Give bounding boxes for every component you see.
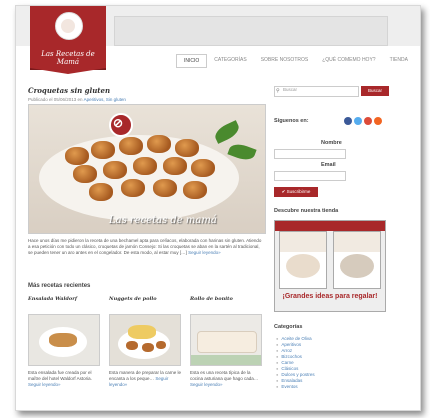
recent-recipe-card: Rollo de bonito Esta es una receta típic… — [190, 296, 264, 388]
sauce — [128, 325, 156, 339]
croquette — [119, 137, 143, 155]
post-title[interactable]: Croquetas sin gluten — [28, 86, 264, 95]
sidebar: ⚲ Buscar Buscar Síguenos en: Nombre Emai… — [274, 86, 406, 389]
search-placeholder: Buscar — [283, 87, 298, 92]
nugget — [126, 341, 138, 350]
recent-recipe-title[interactable]: Nuggets de pollo — [109, 296, 183, 302]
nugget — [156, 341, 166, 349]
name-label: Nombre — [321, 140, 342, 146]
recent-recipe-thumbnail[interactable] — [28, 314, 100, 366]
name-field[interactable] — [274, 149, 346, 159]
croquette — [147, 135, 171, 153]
shop-banner-header — [275, 221, 385, 231]
book-cover-header — [334, 232, 380, 252]
subscribe-label: Suscribirme — [286, 189, 311, 194]
recent-recipe-excerpt: Esta manera de preparar la carne le enca… — [109, 370, 183, 388]
shop-slogan: ¡Grandes ideas para regalar! — [282, 293, 378, 300]
croquette — [133, 157, 157, 175]
google-plus-icon[interactable] — [364, 117, 372, 125]
croquette — [175, 139, 199, 157]
post-excerpt-text: Hace unos días me pidieron la receta de … — [28, 238, 262, 255]
shop-banner[interactable]: ¡Grandes ideas para regalar! — [274, 220, 386, 312]
recent-recipe-text: Esta manera de preparar la carne le enca… — [109, 370, 182, 381]
email-field[interactable] — [274, 171, 346, 181]
follow-label: Síguenos en: — [274, 118, 309, 124]
shop-title: Descubre nuestra tienda — [274, 208, 339, 214]
recent-recipe-text: Esta ensalada fue creada por el maître d… — [28, 370, 92, 381]
site-title[interactable]: Las Recetas de Mamá — [32, 50, 104, 66]
nav-item-inicio[interactable]: INICIO — [176, 54, 208, 68]
croquette — [183, 181, 207, 199]
book-cover — [279, 231, 327, 289]
category-item[interactable]: Eventos — [276, 384, 315, 390]
recent-recipe-card: Nuggets de pollo Esta manera de preparar… — [109, 296, 183, 388]
nugget — [142, 343, 154, 352]
post-meta: Publicado el 05/06/2013 en Aperitivos, S… — [28, 97, 264, 102]
image-watermark: Las recetas de mamá — [109, 215, 217, 226]
social-icons — [344, 117, 382, 125]
book-cover — [333, 231, 381, 289]
rss-icon[interactable] — [374, 117, 382, 125]
tuna-roll — [197, 331, 257, 353]
nav-item-categorias[interactable]: CATEGORÍAS — [207, 54, 253, 68]
recent-recipe-thumbnail[interactable] — [109, 314, 181, 366]
post-meta-date: Publicado el 05/06/2013 en — [28, 97, 83, 102]
basil-leaf-icon — [212, 120, 242, 144]
search-icon: ⚲ — [276, 88, 280, 94]
facebook-icon[interactable] — [344, 117, 352, 125]
browser-viewport: Las Recetas de Mamá INICIO CATEGORÍAS SO… — [15, 5, 421, 411]
recent-recipe-thumbnail[interactable] — [190, 314, 262, 366]
nav-item-que-comemos-hoy[interactable]: ¿QUÉ COMEMO HOY? — [315, 54, 382, 68]
categories-title: Categorías — [274, 324, 303, 330]
recent-recipe-title[interactable]: Rollo de bonito — [190, 296, 264, 302]
recent-read-more-link[interactable]: Seguir leyendo» — [190, 382, 223, 387]
main-nav: INICIO CATEGORÍAS SOBRE NOSOTROS ¿QUÉ CO… — [176, 54, 415, 68]
main-content: Croquetas sin gluten Publicado el 05/06/… — [28, 86, 266, 387]
garnish — [191, 355, 261, 365]
book-cover-photo — [286, 254, 320, 278]
recent-recipe-excerpt: Esta ensalada fue creada por el maître d… — [28, 370, 102, 388]
subscribe-button[interactable]: ✔ Suscribirme — [274, 187, 318, 197]
email-label: Email — [321, 162, 336, 168]
chef-face-icon — [61, 19, 75, 33]
search-button[interactable]: Buscar — [361, 86, 389, 96]
croquette — [153, 179, 177, 197]
post-featured-image[interactable]: ⊘ Las recetas de mamá — [28, 104, 266, 234]
categories-list: Aceite de Oliva Aperitivos Arroz Bizcoch… — [276, 336, 315, 390]
read-more-link[interactable]: Seguir leyendo» — [188, 250, 221, 255]
search-input[interactable]: ⚲ Buscar — [274, 86, 359, 97]
croquette — [65, 147, 89, 165]
salad — [49, 333, 77, 347]
recent-recipe-card: Ensalada Waldorf Esta ensalada fue cread… — [28, 296, 102, 388]
croquette — [103, 161, 127, 179]
basil-leaf-icon — [227, 140, 257, 164]
recent-recipe-excerpt: Esta es una receta típica de la cocina a… — [190, 370, 264, 388]
book-cover-header — [280, 232, 326, 252]
recent-recipe-title[interactable]: Ensalada Waldorf — [28, 296, 102, 302]
nav-item-tienda[interactable]: TIENDA — [383, 54, 415, 68]
croquette — [163, 157, 187, 175]
recent-recipes-title: Más recetas recientes — [28, 283, 91, 289]
croquette — [91, 141, 115, 159]
post-category-links[interactable]: Aperitivos, Sin gluten — [84, 97, 126, 102]
nav-item-sobre-nosotros[interactable]: SOBRE NOSOTROS — [254, 54, 316, 68]
croquette — [191, 159, 215, 177]
book-cover-photo — [340, 254, 374, 278]
recent-recipe-text: Esta es una receta típica de la cocina a… — [190, 370, 259, 381]
search-form: ⚲ Buscar Buscar — [274, 86, 406, 97]
logo-ribbon-notch — [30, 68, 106, 74]
recent-read-more-link[interactable]: Seguir leyendo» — [28, 382, 61, 387]
croquette — [121, 179, 145, 197]
twitter-icon[interactable] — [354, 117, 362, 125]
post-excerpt: Hace unos días me pidieron la receta de … — [28, 238, 264, 256]
header-banner — [114, 16, 388, 46]
croquette — [73, 165, 97, 183]
croquette — [89, 183, 113, 201]
gluten-free-cross-icon: ⊘ — [113, 116, 124, 130]
